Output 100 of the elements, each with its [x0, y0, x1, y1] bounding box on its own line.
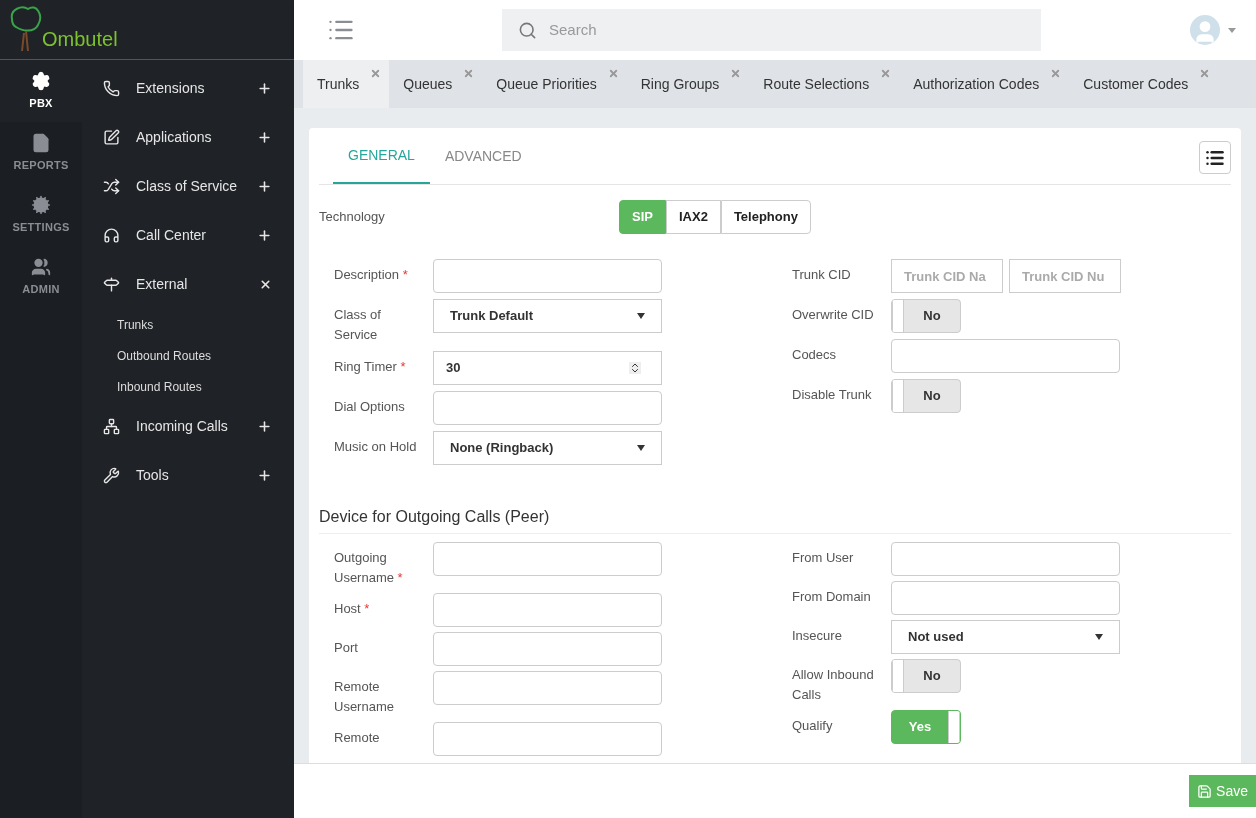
tab[interactable]: Trunks	[303, 60, 390, 108]
rail-item[interactable]: ADMIN	[0, 246, 82, 308]
search-icon	[518, 20, 537, 40]
hierarchy-icon	[103, 418, 120, 435]
expand-icon[interactable]	[257, 228, 272, 243]
number-field[interactable]: 30	[433, 351, 662, 385]
expand-icon[interactable]	[257, 468, 272, 483]
tab[interactable]: ADVANCED	[429, 128, 537, 184]
field-label: Technology	[319, 208, 386, 227]
field-label: Port	[334, 639, 359, 657]
tab[interactable]: Authorization Codes	[899, 60, 1070, 108]
tab[interactable]: Queues	[389, 60, 483, 108]
document-icon	[31, 132, 51, 153]
wrench-icon	[103, 467, 120, 484]
field-label: Host *	[334, 600, 371, 618]
expand-icon[interactable]	[257, 81, 272, 96]
text-field[interactable]	[433, 542, 662, 576]
text-field[interactable]	[891, 339, 1120, 373]
tab[interactable]: Queue Priorities	[482, 60, 627, 108]
gear-icon	[31, 70, 51, 91]
text-field[interactable]: Trunk CID Na	[891, 259, 1003, 293]
avatar[interactable]	[1190, 15, 1220, 45]
field-label: Codecs	[792, 346, 838, 364]
search-input[interactable]: Search	[549, 18, 1025, 42]
rail-item[interactable]: PBX	[0, 60, 82, 122]
collapse-icon[interactable]	[259, 278, 272, 291]
text-field[interactable]	[433, 722, 662, 756]
close-icon[interactable]	[607, 68, 619, 79]
expand-icon[interactable]	[257, 179, 272, 194]
spinner-icon[interactable]	[629, 362, 641, 374]
segment-button[interactable]: Telephony	[720, 200, 811, 234]
telephone-icon	[103, 80, 120, 97]
text-field[interactable]	[433, 391, 662, 425]
field-label: Dial Options	[334, 398, 406, 416]
caret-icon[interactable]	[1228, 27, 1236, 33]
segment-button[interactable]: IAX2	[665, 200, 721, 234]
field-label: From User	[792, 549, 855, 567]
list-view-button[interactable]	[1199, 141, 1231, 174]
rail-item[interactable]: SETTINGS	[0, 184, 82, 246]
dropdown[interactable]: Not used	[891, 620, 1120, 654]
toggle-switch[interactable]: No	[891, 379, 961, 413]
dropdown-arrow-icon	[637, 313, 645, 319]
close-icon[interactable]	[1199, 68, 1211, 79]
save-icon	[1197, 783, 1213, 799]
tab[interactable]: Customer Codes	[1069, 60, 1219, 108]
tab[interactable]: Ring Groups	[626, 60, 750, 108]
expand-icon[interactable]	[257, 419, 272, 434]
dropdown-arrow-icon	[637, 445, 645, 451]
submenu-item[interactable]: Outbound Routes	[82, 340, 294, 371]
field-label: Insecure	[792, 627, 843, 645]
dropdown-arrow-icon	[1095, 634, 1103, 640]
text-field[interactable]: Trunk CID Nu	[1009, 259, 1121, 293]
menu-item[interactable]: Tools	[82, 451, 294, 500]
tab[interactable]: Route Selections	[749, 60, 900, 108]
field-label: Remote Username	[334, 678, 395, 716]
toggle-switch[interactable]: No	[891, 299, 961, 333]
menu-item[interactable]: Extensions	[82, 64, 294, 113]
text-field[interactable]	[433, 671, 662, 705]
text-field[interactable]	[433, 259, 662, 293]
search-field[interactable]: Search	[502, 9, 1041, 51]
close-icon[interactable]	[463, 68, 475, 79]
close-icon[interactable]	[880, 68, 892, 79]
dropdown[interactable]: Trunk Default	[433, 299, 662, 333]
field-label: Class of Service	[334, 306, 382, 344]
field-label: Allow Inbound Calls	[792, 666, 875, 704]
field-label: Music on Hold	[334, 438, 418, 456]
menu-item[interactable]: Applications	[82, 113, 294, 162]
submenu-item[interactable]: Trunks	[82, 309, 294, 340]
text-field[interactable]	[891, 581, 1120, 615]
toggle-switch[interactable]: No	[891, 659, 961, 693]
field-label: Remote	[334, 729, 381, 747]
menu-item[interactable]: Call Center	[82, 211, 294, 260]
field-label: Overwrite CID	[792, 306, 875, 324]
section-heading: Device for Outgoing Calls (Peer)	[319, 505, 1231, 534]
rail-item[interactable]: REPORTS	[0, 122, 82, 184]
users-icon	[31, 256, 51, 277]
tree-logo-icon	[8, 5, 42, 51]
text-field[interactable]	[433, 632, 662, 666]
field-label: Ring Timer *	[334, 358, 407, 376]
close-icon[interactable]	[730, 68, 742, 79]
text-field[interactable]	[433, 593, 662, 627]
dropdown[interactable]: None (Ringback)	[433, 431, 662, 465]
close-icon[interactable]	[370, 68, 382, 79]
field-label: Trunk CID	[792, 266, 852, 284]
text-field[interactable]	[891, 542, 1120, 576]
submenu-item[interactable]: Inbound Routes	[82, 371, 294, 402]
shuffle-icon	[103, 178, 120, 195]
field-label: Outgoing Username *	[334, 549, 404, 587]
edit-icon	[103, 129, 120, 146]
headphones-icon	[103, 227, 120, 244]
menu-item[interactable]: External	[82, 260, 294, 309]
close-icon[interactable]	[1050, 68, 1062, 79]
field-label: Description *	[334, 266, 409, 284]
menu-item[interactable]: Class of Service	[82, 162, 294, 211]
field-label: From Domain	[792, 588, 872, 606]
field-label: Disable Trunk	[792, 386, 873, 404]
menu-item[interactable]: Incoming Calls	[82, 402, 294, 451]
expand-icon[interactable]	[257, 130, 272, 145]
gears-icon	[31, 194, 51, 215]
field-label: Qualify	[792, 717, 834, 735]
